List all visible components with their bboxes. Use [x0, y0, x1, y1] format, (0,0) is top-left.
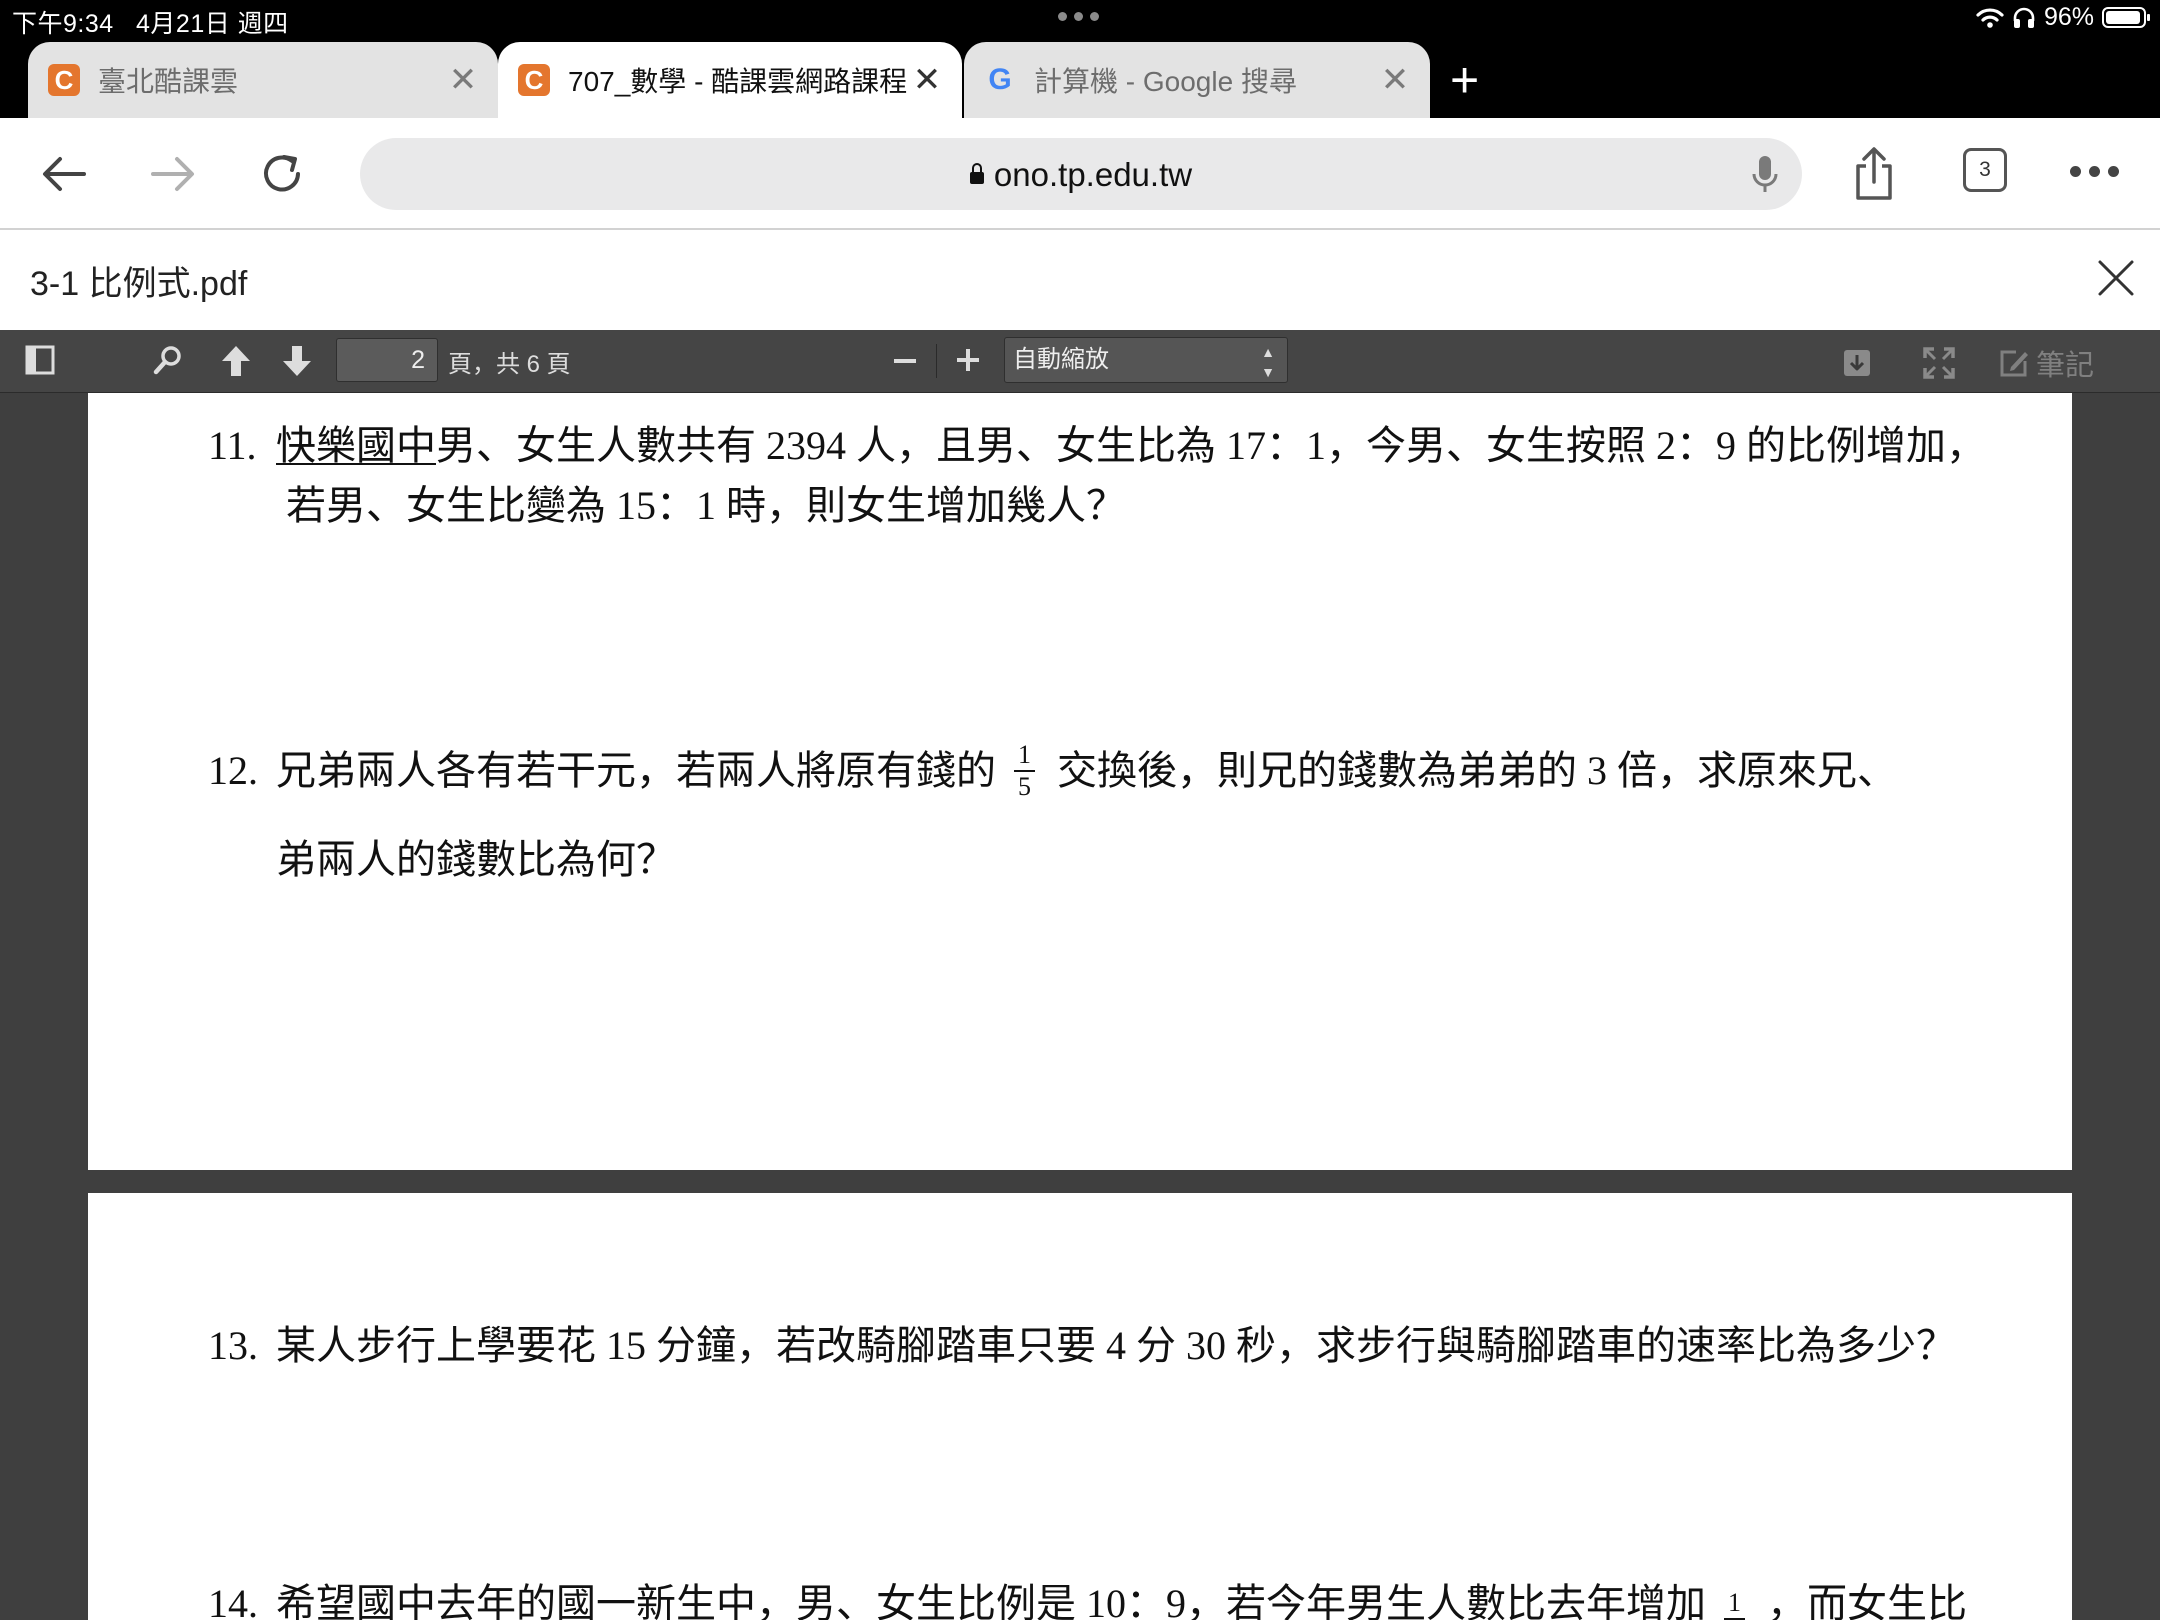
forward-arrow-icon	[151, 157, 194, 191]
question-12-line-1: 12. 兄弟兩人各有若干元，若兩人將原有錢的 1 5 交換後，則兄的錢數為弟弟的 3 倍…	[208, 738, 1897, 806]
question-text: ，而女生比	[1767, 1581, 1967, 1620]
question-13: 13. 某人步行上學要花 15 分鐘，若改騎腳踏車只要 4 分 30 秒，求步行與…	[208, 1313, 1956, 1371]
close-icon[interactable]: ✕	[448, 60, 478, 100]
file-header: 3-1 比例式.pdf	[0, 230, 2160, 330]
question-11-line-1: 11. 快樂國中男、女生人數共有 2394 人，且男、女生比為 17：1，今男、女…	[208, 413, 1986, 471]
search-icon[interactable]	[152, 344, 184, 376]
question-number: 12.	[208, 748, 258, 793]
fraction-numerator: 1	[1724, 1588, 1745, 1620]
tab-title: 臺北酷課雲	[98, 66, 239, 97]
sidebar-toggle-icon[interactable]	[24, 344, 56, 376]
navigation-bar: ono.tp.edu.tw 3	[0, 118, 2160, 230]
tab-title: 計算機 - Google 搜尋	[1034, 66, 1297, 97]
question-text: 希望國中去年的國一新生中，男、女生比例是 10：9，若今年男生人數比去年增加	[276, 1581, 1706, 1620]
pdf-viewer[interactable]: 11. 快樂國中男、女生人數共有 2394 人，且男、女生比為 17：1，今男、女…	[0, 393, 2160, 1620]
question-text: 男、女生人數共有 2394 人，且男、女生比為 17：1，今男、女生按照 2：9…	[436, 423, 1986, 468]
battery-percent: 96%	[2043, 3, 2094, 31]
question-14-line-1: 14. 希望國中去年的國一新生中，男、女生比例是 10：9，若今年男生人數比去年增…	[208, 1571, 1967, 1620]
file-title: 3-1 比例式.pdf	[30, 265, 248, 303]
edit-note-icon	[2000, 350, 2028, 377]
status-date: 4月21日 週四	[136, 10, 289, 38]
page-count-label: 頁，共 6 頁	[448, 351, 571, 378]
status-indicators: 96%	[1976, 3, 2150, 32]
zoom-in-icon[interactable]	[956, 348, 980, 372]
reload-icon	[264, 155, 300, 192]
question-text: 交換後，則兄的錢數為弟弟的 3 倍，求原來兄、	[1057, 748, 1897, 793]
previous-page-icon[interactable]	[220, 344, 252, 378]
google-icon: G	[988, 63, 1012, 96]
forward-button[interactable]	[141, 142, 205, 206]
fraction: 1	[1724, 1588, 1745, 1620]
tab-math-course[interactable]: C 707_數學 - 酷課雲網路課程 ✕	[498, 42, 962, 118]
download-icon[interactable]	[1842, 348, 1872, 378]
close-icon[interactable]: ✕	[912, 60, 942, 100]
lock-icon	[969, 163, 984, 184]
close-icon[interactable]: ✕	[1380, 60, 1410, 100]
cooc-icon: C	[48, 64, 80, 96]
share-button[interactable]	[1842, 142, 1906, 206]
status-bar: 下午9:34 4月21日 週四 96%	[0, 0, 2160, 40]
back-button[interactable]	[32, 142, 96, 206]
select-arrows-icon: ▲ ▼	[1261, 344, 1275, 380]
notes-button[interactable]: 筆記	[1998, 342, 2094, 384]
tab-google-calculator[interactable]: G 計算機 - Google 搜尋 ✕	[964, 42, 1430, 118]
share-icon	[1856, 147, 1892, 200]
zoom-out-icon[interactable]	[893, 356, 917, 366]
headphones-icon	[2013, 7, 2035, 28]
tab-strip: C 臺北酷課雲 ✕ C 707_數學 - 酷課雲網路課程 ✕ G 計算機 - G…	[0, 40, 2160, 118]
zoom-select[interactable]: 自動縮放 ▲ ▼	[1004, 337, 1288, 383]
tab-title: 707_數學 - 酷課雲網路課程	[568, 66, 908, 97]
question-text: 某人步行上學要花 15 分鐘，若改騎腳踏車只要 4 分 30 秒，求步行與騎腳踏…	[276, 1323, 1956, 1368]
fraction: 15	[1014, 740, 1035, 802]
close-icon[interactable]	[2096, 258, 2136, 298]
url-display: ono.tp.edu.tw	[360, 156, 1802, 194]
tab-count-button[interactable]: 3	[1963, 148, 2007, 192]
school-name: 快樂國中	[276, 423, 436, 468]
status-time: 下午9:34 4月21日 週四	[12, 4, 289, 40]
back-arrow-icon	[43, 157, 86, 191]
notes-label: 筆記	[2036, 350, 2095, 382]
question-11-line-2: 若男、女生比變為 15：1 時，則女生增加幾人？	[286, 483, 1126, 528]
new-tab-plus-icon[interactable]: +	[1450, 50, 1479, 110]
fullscreen-icon[interactable]	[1922, 346, 1956, 380]
zoom-value: 自動縮放	[1013, 346, 1109, 373]
tab-taipei-cooc[interactable]: C 臺北酷課雲 ✕	[28, 42, 498, 118]
wifi-icon	[1976, 7, 2004, 28]
next-page-icon[interactable]	[281, 344, 313, 378]
microphone-icon[interactable]	[1750, 154, 1780, 196]
page-number-input[interactable]: 2	[336, 338, 438, 382]
pdf-page: 11. 快樂國中男、女生人數共有 2394 人，且男、女生比為 17：1，今男、女…	[88, 393, 2072, 1170]
pdf-toolbar: 2 頁，共 6 頁 自動縮放 ▲ ▼ 筆記	[0, 330, 2160, 393]
status-clock: 下午9:34	[12, 10, 114, 38]
multitasking-handle[interactable]	[1058, 12, 1099, 21]
question-number: 11.	[208, 423, 257, 468]
toolbar-divider	[936, 344, 937, 378]
url-text: ono.tp.edu.tw	[993, 156, 1193, 193]
pdf-page: 13. 某人步行上學要花 15 分鐘，若改騎腳踏車只要 4 分 30 秒，求步行與…	[88, 1193, 2072, 1620]
battery-icon	[2102, 7, 2150, 28]
more-menu-icon[interactable]	[2070, 166, 2119, 177]
question-12-line-2: 弟兩人的錢數比為何？	[276, 837, 676, 882]
question-number: 13.	[208, 1323, 258, 1368]
fraction-numerator: 1	[1014, 740, 1035, 772]
question-number: 14.	[208, 1581, 258, 1620]
reload-button[interactable]	[250, 142, 314, 206]
cooc-icon: C	[518, 64, 550, 96]
address-field[interactable]: ono.tp.edu.tw	[360, 138, 1802, 210]
question-text: 兄弟兩人各有若干元，若兩人將原有錢的	[276, 748, 996, 793]
fraction-denominator: 5	[1018, 771, 1031, 801]
